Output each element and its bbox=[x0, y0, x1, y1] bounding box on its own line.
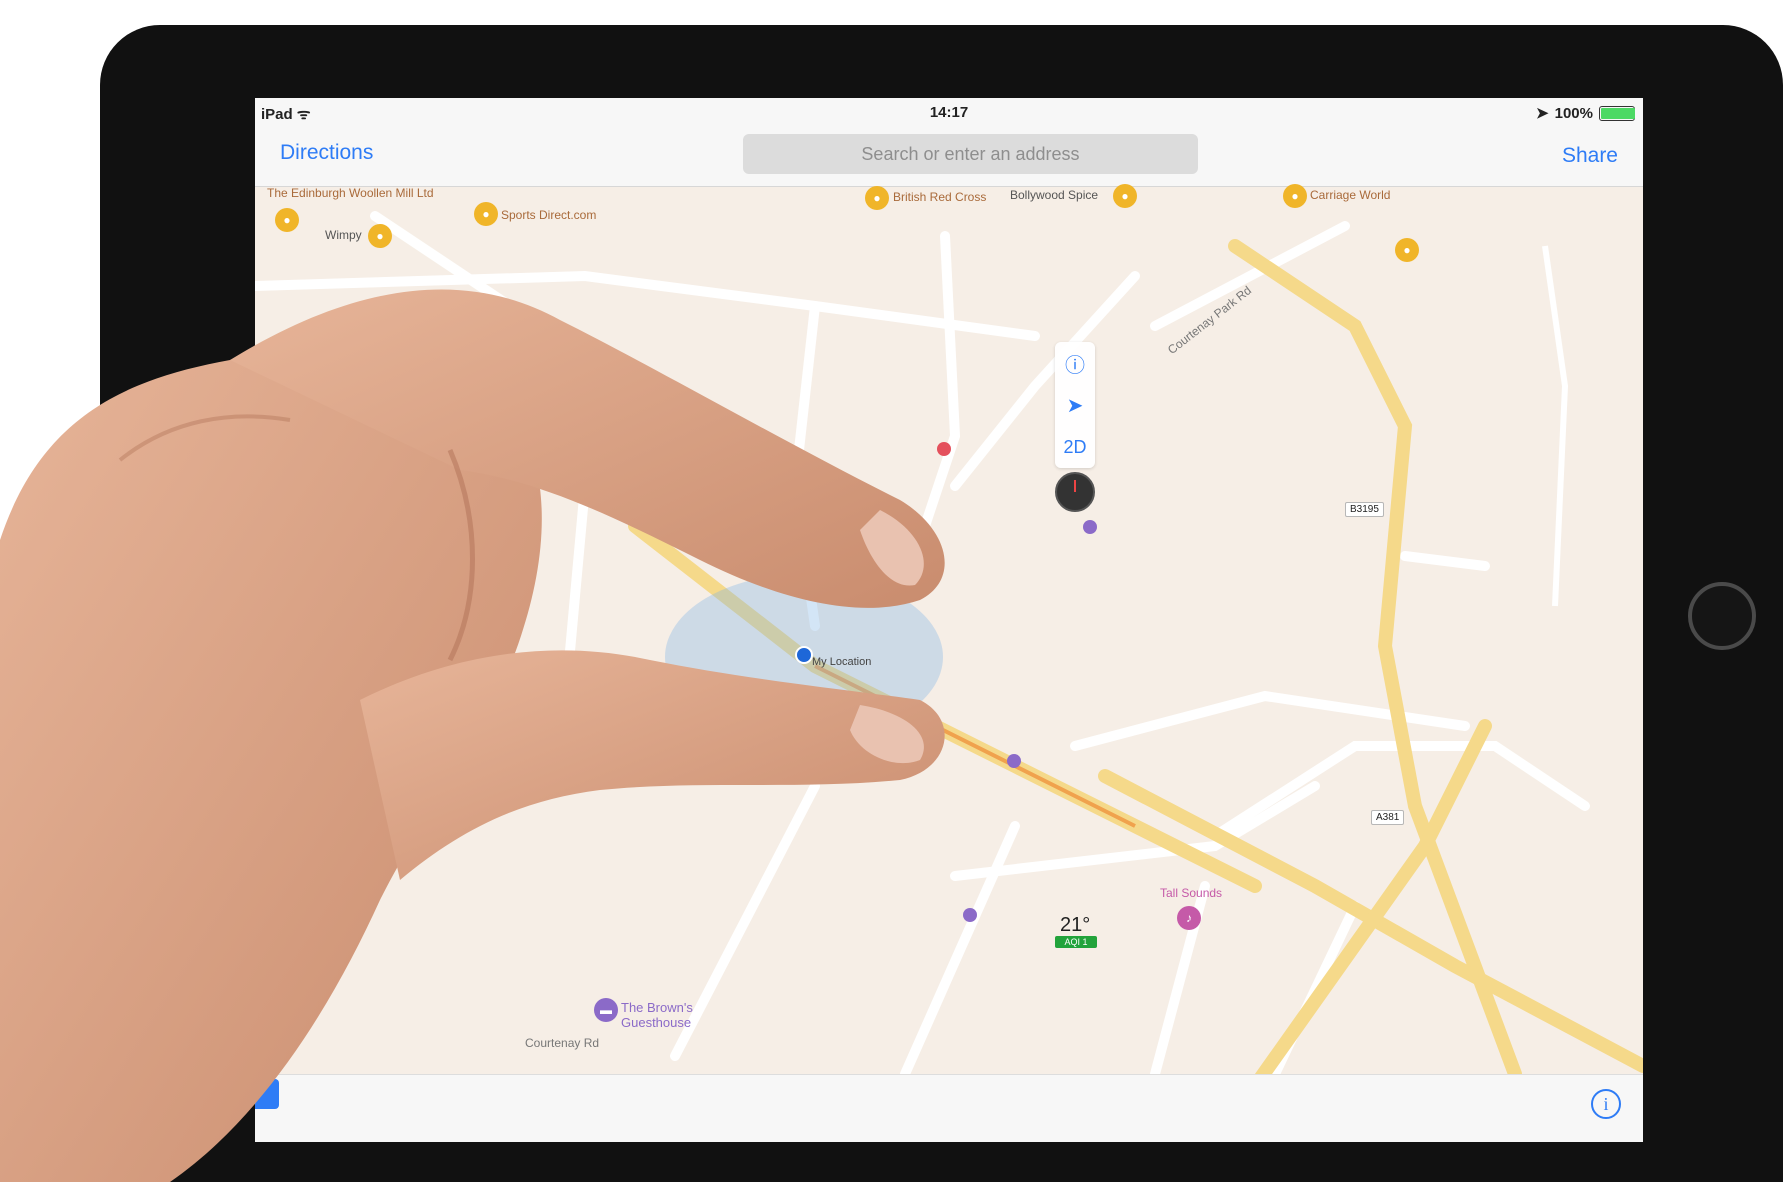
shop-poi-icon[interactable]: ● bbox=[1283, 184, 1307, 208]
compass-icon[interactable] bbox=[1055, 472, 1095, 512]
restaurant-poi-icon[interactable] bbox=[937, 442, 951, 456]
map-label: Carriage World bbox=[1310, 188, 1391, 202]
map-label: Tall Sounds bbox=[1160, 886, 1223, 900]
navigation-bar: Directions Share bbox=[255, 126, 1643, 187]
my-location-label: My Location bbox=[812, 656, 872, 668]
shop-poi-icon[interactable]: ● bbox=[1395, 238, 1419, 262]
location-arrow-icon[interactable]: ➤ bbox=[1055, 384, 1095, 426]
info-circle-icon[interactable]: ⓘ bbox=[1055, 342, 1095, 384]
compass-needle bbox=[1074, 480, 1076, 492]
service-poi-icon[interactable] bbox=[963, 908, 977, 922]
map-label: Wimpy bbox=[325, 228, 362, 242]
street-label: Courtenay Rd bbox=[525, 1036, 600, 1050]
map-label: Bollywood Spice bbox=[1010, 188, 1099, 202]
map-label: Sports Direct.com bbox=[501, 208, 597, 222]
map-controls: ⓘ ➤ 2D bbox=[1055, 342, 1095, 468]
battery-percent: 100% bbox=[1554, 104, 1593, 122]
service-poi-icon[interactable] bbox=[1083, 520, 1097, 534]
air-quality-badge: AQI 1 bbox=[1055, 936, 1097, 948]
road-badge: A381 bbox=[1371, 810, 1405, 825]
maps-app-screen: iPad ᯤ 14:17 ➤ 100% Directions Share bbox=[255, 98, 1643, 1142]
search-input[interactable] bbox=[743, 134, 1198, 174]
view-mode-2d-button[interactable]: 2D bbox=[1055, 426, 1095, 468]
map-view[interactable]: The Edinburgh Woollen Mill Ltd ● Wimpy ●… bbox=[255, 184, 1643, 1074]
status-right: ➤ 100% bbox=[1536, 104, 1635, 122]
map-label: The Brown's Guesthouse bbox=[621, 1000, 693, 1030]
status-bar: iPad ᯤ 14:17 ➤ 100% bbox=[255, 98, 1643, 126]
location-services-icon: ➤ bbox=[1536, 105, 1549, 122]
list-button[interactable] bbox=[255, 1079, 279, 1109]
music-poi-icon[interactable]: ♪ bbox=[1177, 906, 1201, 930]
shop-poi-icon[interactable]: ● bbox=[865, 186, 889, 210]
food-poi-icon[interactable]: ● bbox=[1113, 184, 1137, 208]
directions-button[interactable]: Directions bbox=[280, 141, 373, 165]
share-button[interactable]: Share bbox=[1562, 144, 1618, 168]
battery-icon bbox=[1599, 105, 1635, 121]
weather-temperature: 21° bbox=[1060, 914, 1091, 936]
hotel-poi-icon[interactable]: ▬ bbox=[594, 998, 618, 1022]
clock: 14:17 bbox=[929, 104, 969, 121]
map-roads bbox=[255, 211, 1643, 1074]
battery-level-fill bbox=[1601, 107, 1635, 119]
shop-poi-icon[interactable]: ● bbox=[275, 208, 299, 232]
current-location-dot[interactable] bbox=[795, 646, 813, 664]
food-poi-icon[interactable]: ● bbox=[368, 224, 392, 248]
service-poi-icon[interactable] bbox=[1007, 754, 1021, 768]
map-info-button[interactable]: i bbox=[1591, 1089, 1621, 1119]
map-label: The Edinburgh Woollen Mill Ltd bbox=[267, 186, 434, 200]
bottom-toolbar: i bbox=[255, 1074, 1643, 1142]
map-label: British Red Cross bbox=[893, 190, 987, 204]
shop-poi-icon[interactable]: ● bbox=[474, 202, 498, 226]
road-badge: B3195 bbox=[1345, 502, 1384, 517]
home-button[interactable] bbox=[1688, 582, 1756, 650]
